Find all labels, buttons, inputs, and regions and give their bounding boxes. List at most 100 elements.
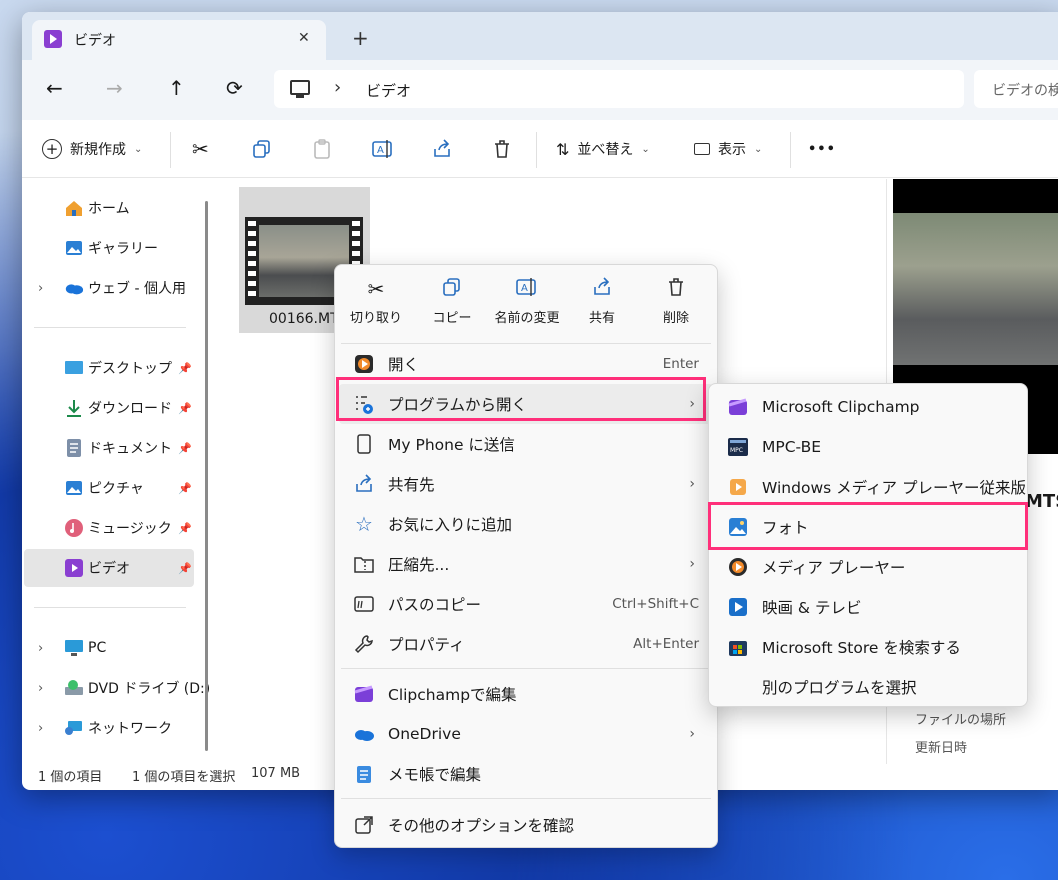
search-box[interactable]: ビデオの検 bbox=[974, 70, 1058, 108]
document-icon bbox=[64, 438, 84, 458]
new-label: 新規作成 bbox=[70, 142, 126, 158]
new-tab-button[interactable]: + bbox=[352, 26, 369, 50]
menu-item-properties[interactable]: プロパティ Alt+Enter bbox=[335, 624, 717, 664]
modified-label: 更新日時 bbox=[915, 741, 968, 756]
add-circle-icon: + bbox=[42, 139, 62, 159]
sidebar-item-dvd[interactable]: › DVD ドライブ (D:) bbox=[22, 669, 218, 707]
delete-button[interactable]: 削除 bbox=[641, 277, 711, 339]
sidebar-item-pc[interactable]: › PC bbox=[22, 629, 218, 667]
dvd-drive-icon bbox=[64, 678, 84, 698]
address-bar[interactable]: › ビデオ bbox=[274, 70, 964, 108]
up-button[interactable]: ↑ bbox=[168, 76, 185, 100]
sidebar-item-videos[interactable]: ビデオ 📌 bbox=[24, 549, 194, 587]
rename-button[interactable]: A 名前の変更 bbox=[491, 277, 563, 339]
menu-item-compress[interactable]: 圧縮先... › bbox=[335, 544, 717, 584]
submenu-item-media-player[interactable]: メディア プレーヤー bbox=[709, 547, 1027, 587]
pc-icon bbox=[64, 638, 84, 658]
item-count: 1 個の項目 bbox=[38, 770, 103, 785]
sidebar-item-network[interactable]: › ネットワーク bbox=[22, 709, 218, 747]
sidebar-scrollbar[interactable] bbox=[200, 179, 214, 764]
breadcrumb-chevron-icon: › bbox=[334, 77, 342, 98]
file-name: 00166.MT bbox=[269, 311, 339, 327]
menu-item-send-phone[interactable]: My Phone に送信 bbox=[335, 424, 717, 464]
share-button[interactable]: 共有 bbox=[567, 277, 637, 339]
cut-icon[interactable]: ✂ bbox=[192, 134, 209, 164]
pin-icon: 📌 bbox=[178, 561, 192, 575]
close-tab-icon[interactable]: ✕ bbox=[298, 30, 310, 46]
title-bar: ビデオ ✕ + bbox=[22, 12, 1058, 60]
store-icon bbox=[727, 636, 749, 658]
view-button[interactable]: 表示 ⌄ bbox=[694, 134, 762, 164]
home-icon bbox=[64, 198, 84, 218]
menu-item-notepad[interactable]: メモ帳で編集 bbox=[335, 754, 717, 794]
chevron-right-icon: › bbox=[689, 556, 695, 572]
sort-button[interactable]: ⇅ 並べ替え ⌄ bbox=[556, 134, 650, 164]
movies-tv-icon bbox=[727, 596, 749, 618]
submenu-item-mpcbe[interactable]: MPC MPC-BE bbox=[709, 427, 1027, 467]
paste-icon[interactable] bbox=[312, 134, 332, 164]
selection-size: 107 MB bbox=[251, 766, 301, 781]
copy-button[interactable]: コピー bbox=[417, 277, 487, 339]
submenu-item-store[interactable]: Microsoft Store を検索する bbox=[709, 627, 1027, 667]
command-bar: + 新規作成 ⌄ ✂ A ⇅ 並べ替え ⌄ 表示 ⌄ ••• bbox=[22, 120, 1058, 178]
sidebar-item-gallery[interactable]: ギャラリー bbox=[22, 229, 218, 267]
breadcrumb-location[interactable]: ビデオ bbox=[366, 80, 411, 101]
copy-icon[interactable] bbox=[252, 134, 272, 164]
pin-icon: 📌 bbox=[178, 481, 192, 495]
file-extension: MTS bbox=[1025, 491, 1058, 512]
pin-icon: 📌 bbox=[178, 401, 192, 415]
mpcbe-icon: MPC bbox=[727, 436, 749, 458]
sidebar-item-downloads[interactable]: ダウンロード 📌 bbox=[22, 389, 218, 427]
selection-count: 1 個の項目を選択 bbox=[132, 770, 236, 785]
submenu-item-movies-tv[interactable]: 映画 & テレビ bbox=[709, 587, 1027, 627]
menu-item-onedrive[interactable]: OneDrive › bbox=[335, 714, 717, 754]
tab-videos[interactable]: ビデオ ✕ bbox=[32, 20, 326, 60]
tab-title: ビデオ bbox=[74, 33, 116, 49]
forward-button[interactable]: → bbox=[106, 76, 123, 100]
menu-item-copy-path[interactable]: パスのコピー Ctrl+Shift+C bbox=[335, 584, 717, 624]
delete-icon[interactable] bbox=[492, 134, 512, 164]
external-options-icon bbox=[353, 814, 375, 836]
sidebar-item-home[interactable]: ホーム bbox=[22, 189, 218, 227]
new-button[interactable]: + 新規作成 ⌄ bbox=[42, 134, 142, 164]
navigation-bar: ← → ↑ ⟳ › ビデオ ビデオの検 bbox=[22, 60, 1058, 120]
menu-item-clipchamp-edit[interactable]: Clipchampで編集 bbox=[335, 674, 717, 714]
clipchamp-icon bbox=[353, 683, 375, 705]
more-options-button[interactable]: ••• bbox=[808, 134, 836, 164]
chevron-right-icon: › bbox=[38, 680, 44, 696]
chevron-right-icon: › bbox=[38, 280, 44, 296]
menu-item-favorites[interactable]: ☆ お気に入りに追加 bbox=[335, 504, 717, 544]
copy-path-icon bbox=[353, 593, 375, 615]
back-button[interactable]: ← bbox=[46, 76, 63, 100]
notepad-icon bbox=[353, 763, 375, 785]
download-icon bbox=[64, 398, 84, 418]
submenu-item-choose-other[interactable]: 別のプログラムを選択 bbox=[709, 667, 1027, 707]
share-icon[interactable] bbox=[432, 134, 452, 164]
view-label: 表示 bbox=[718, 142, 746, 158]
sidebar-item-web[interactable]: › ウェブ - 個人用 bbox=[22, 269, 218, 307]
svg-text:A: A bbox=[521, 283, 528, 294]
view-icon bbox=[694, 143, 710, 155]
submenu-item-wmp-legacy[interactable]: Windows メディア プレーヤー従来版 bbox=[709, 467, 1027, 507]
sidebar-item-desktop[interactable]: デスクトップ 📌 bbox=[22, 349, 218, 387]
sidebar-item-pictures[interactable]: ピクチャ 📌 bbox=[22, 469, 218, 507]
menu-item-share-to[interactable]: 共有先 › bbox=[335, 464, 717, 504]
menu-item-more-options[interactable]: その他のオプションを確認 bbox=[335, 805, 717, 845]
open-with-highlight bbox=[336, 377, 706, 421]
submenu-item-clipchamp[interactable]: Microsoft Clipchamp bbox=[709, 387, 1027, 427]
pin-icon: 📌 bbox=[178, 361, 192, 375]
rename-icon: A bbox=[516, 277, 538, 301]
refresh-button[interactable]: ⟳ bbox=[226, 76, 243, 100]
star-icon: ☆ bbox=[355, 512, 373, 536]
sidebar-item-music[interactable]: ミュージック 📌 bbox=[22, 509, 218, 547]
music-icon bbox=[64, 518, 84, 538]
chevron-right-icon: › bbox=[38, 640, 44, 656]
windows-media-player-icon bbox=[727, 476, 749, 498]
sidebar-item-documents[interactable]: ドキュメント 📌 bbox=[22, 429, 218, 467]
rename-icon[interactable]: A bbox=[372, 134, 394, 164]
onedrive-icon bbox=[64, 278, 84, 298]
media-player-icon bbox=[727, 556, 749, 578]
cut-button[interactable]: ✂ 切り取り bbox=[341, 277, 411, 339]
cut-icon: ✂ bbox=[367, 277, 385, 301]
sort-label: 並べ替え bbox=[577, 142, 634, 158]
